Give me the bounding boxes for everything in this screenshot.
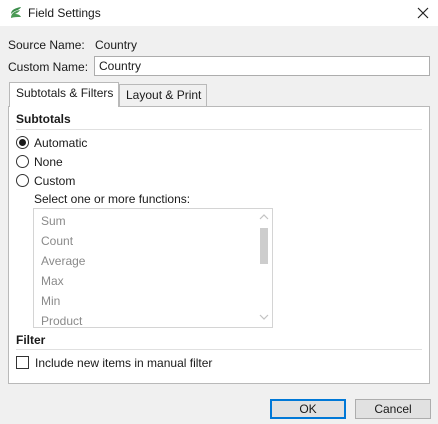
custom-name-label: Custom Name: <box>8 60 89 74</box>
subtotals-heading: Subtotals <box>16 112 71 126</box>
include-new-items-label: Include new items in manual filter <box>35 356 213 370</box>
title-bar: Field Settings <box>0 0 438 26</box>
list-item-average[interactable]: Average <box>41 254 85 268</box>
radio-custom[interactable] <box>16 174 29 187</box>
custom-name-input[interactable] <box>94 56 430 76</box>
subtotals-divider <box>16 129 422 130</box>
include-new-items-checkbox[interactable] <box>16 356 29 369</box>
radio-automatic-label: Automatic <box>34 136 88 150</box>
list-item-count[interactable]: Count <box>41 234 73 248</box>
tab-subtotals-filters[interactable]: Subtotals & Filters <box>9 82 119 107</box>
list-item-product[interactable]: Product <box>41 314 82 327</box>
ok-button[interactable]: OK <box>270 399 346 419</box>
radio-automatic[interactable] <box>16 136 29 149</box>
radio-none[interactable] <box>16 155 29 168</box>
list-item-min[interactable]: Min <box>41 294 60 308</box>
listbox-scrollbar[interactable] <box>256 209 272 327</box>
functions-label: Select one or more functions: <box>34 192 191 206</box>
radio-custom-label: Custom <box>34 174 76 188</box>
tab-layout-print[interactable]: Layout & Print <box>119 84 207 106</box>
filter-divider <box>16 349 422 350</box>
source-name-label: Source Name: <box>8 38 85 52</box>
scroll-thumb[interactable] <box>260 228 268 264</box>
window-title: Field Settings <box>28 6 101 20</box>
functions-listbox[interactable]: Sum Count Average Max Min Product <box>33 208 273 328</box>
cancel-button[interactable]: Cancel <box>355 399 431 419</box>
list-item-sum[interactable]: Sum <box>41 214 66 228</box>
radio-none-label: None <box>34 155 63 169</box>
source-name-value: Country <box>95 38 138 52</box>
close-icon <box>417 7 429 19</box>
app-logo-icon <box>11 7 21 18</box>
filter-heading: Filter <box>16 333 46 347</box>
list-item-max[interactable]: Max <box>41 274 64 288</box>
scroll-down-icon[interactable] <box>259 313 269 321</box>
scroll-up-icon[interactable] <box>259 213 269 221</box>
close-button[interactable] <box>408 0 438 26</box>
